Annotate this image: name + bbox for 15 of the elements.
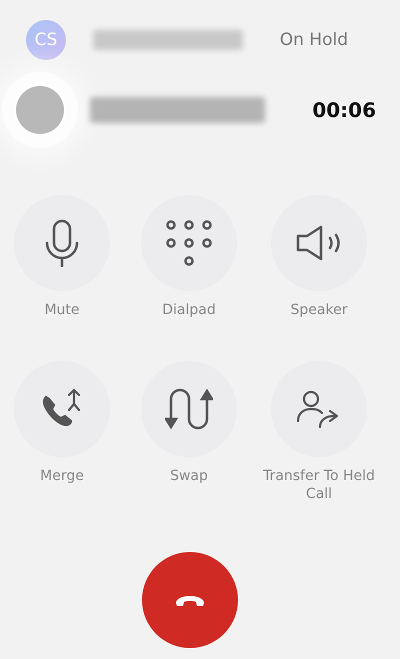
button-label: Mute [44, 302, 80, 320]
microphone-icon [44, 219, 80, 267]
swap-arrows-icon [165, 387, 213, 431]
call-status: On Hold [280, 30, 348, 50]
button-label: Speaker [290, 302, 348, 320]
contact-avatar: CS [26, 20, 66, 60]
button-label: Swap [170, 468, 208, 486]
speaker-icon [296, 225, 342, 261]
button-label: Merge [40, 468, 84, 486]
button-label: Transfer To Held Call [262, 468, 376, 503]
hang-up-icon [174, 593, 206, 607]
call-timer: 00:06 [312, 98, 376, 122]
photo-placeholder [16, 86, 64, 134]
button-label: Dialpad [162, 302, 216, 320]
dialpad-icon [166, 220, 212, 266]
